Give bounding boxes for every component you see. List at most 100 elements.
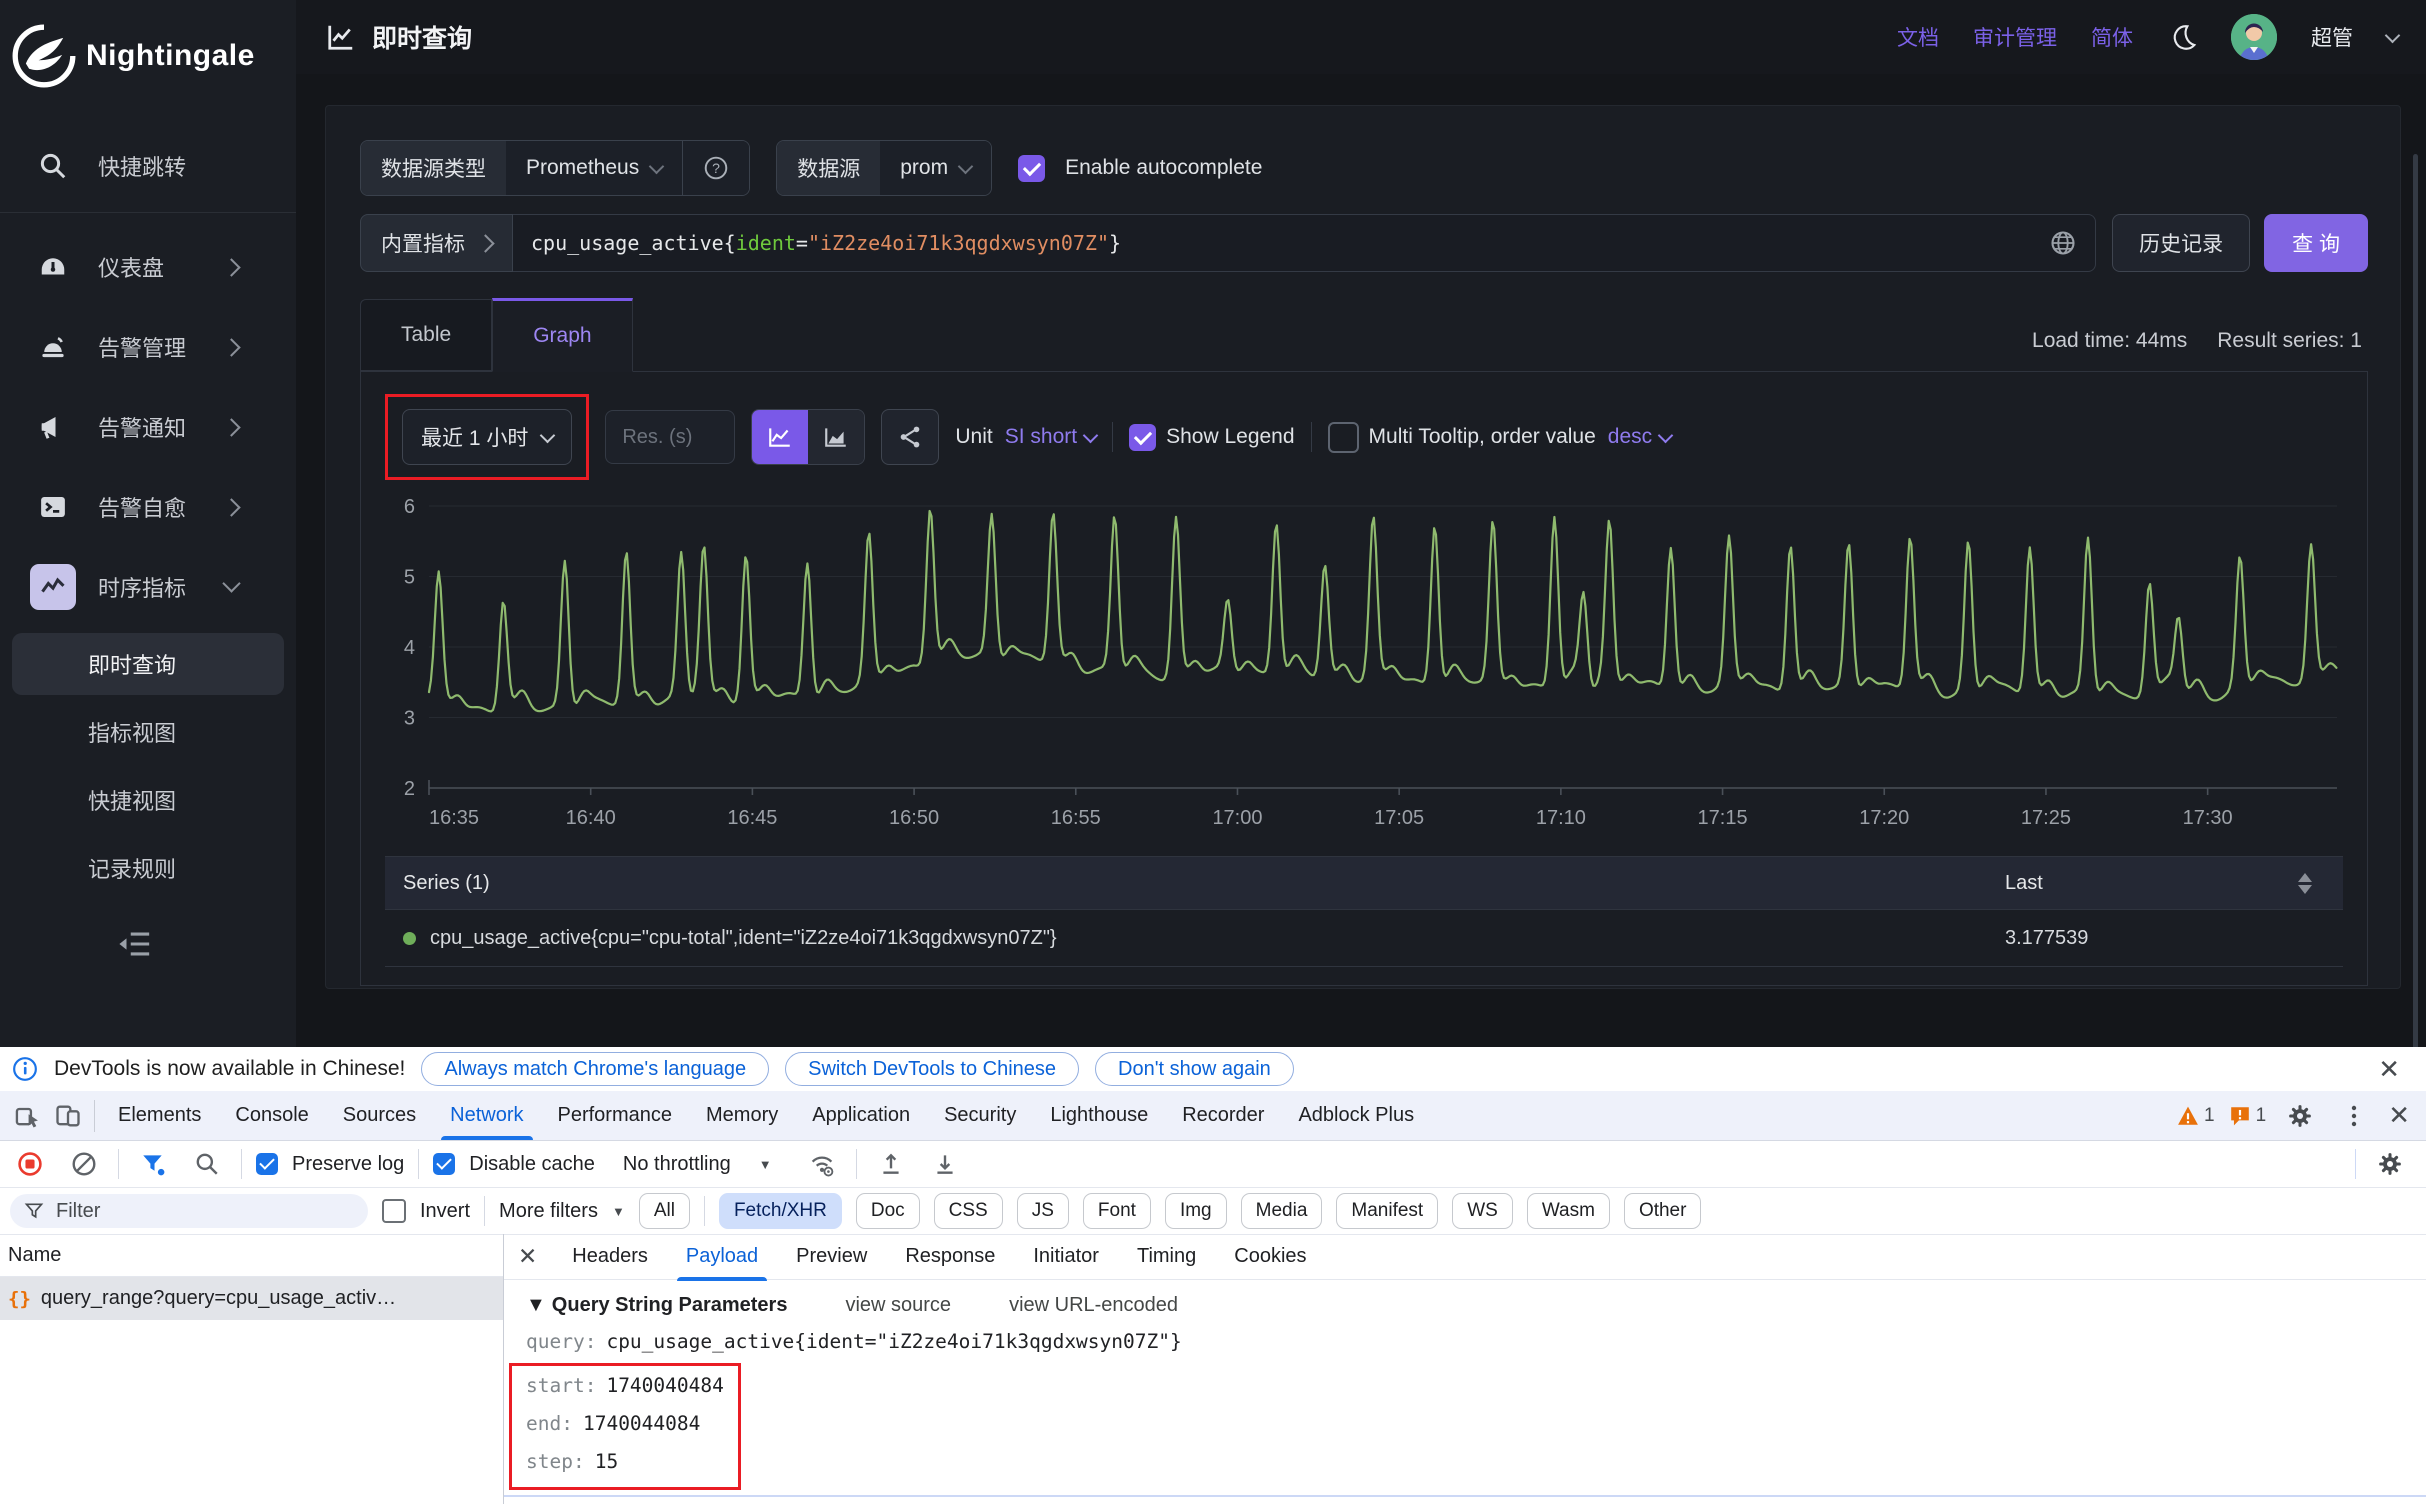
device-toolbar-icon[interactable] [48,1096,88,1136]
promql-input[interactable]: cpu_usage_active{ident="iZ2ze4oi71k3qgdx… [513,214,2096,272]
sidebar-collapse-button[interactable] [118,929,296,959]
history-button[interactable]: 历史记录 [2112,214,2250,272]
chip-other[interactable]: Other [1624,1193,1702,1229]
sidebar-subitem-quick-views[interactable]: 快捷视图 [12,769,284,831]
clear-icon[interactable] [64,1144,104,1184]
tab-lighthouse[interactable]: Lighthouse [1033,1091,1165,1140]
sidebar-item-alert-notification[interactable]: 告警通知 [0,387,296,467]
filter-funnel-icon[interactable] [133,1144,173,1184]
tab-adblock-plus[interactable]: Adblock Plus [1281,1091,1431,1140]
view-source-link[interactable]: view source [845,1294,951,1317]
chip-media[interactable]: Media [1241,1193,1323,1229]
chip-font[interactable]: Font [1083,1193,1151,1229]
name-column-header[interactable]: Name [0,1234,503,1277]
tab-console[interactable]: Console [218,1091,325,1140]
chip-doc[interactable]: Doc [856,1193,920,1229]
time-range-select[interactable]: 最近 1 小时 [402,409,572,465]
chip-js[interactable]: JS [1017,1193,1069,1229]
request-row[interactable]: {} query_range?query=cpu_usage_activ… [0,1277,503,1320]
export-har-icon[interactable] [925,1144,965,1184]
tab-security[interactable]: Security [927,1091,1033,1140]
sidebar-quick-jump[interactable]: 快捷跳转 [0,126,296,206]
warning-icon[interactable]: 1 [2177,1105,2215,1127]
detail-close-icon[interactable]: ✕ [518,1243,537,1270]
chip-manifest[interactable]: Manifest [1336,1193,1438,1229]
devtools-close-icon[interactable]: ✕ [2388,1100,2410,1131]
sidebar-item-alert-management[interactable]: 告警管理 [0,307,296,387]
chip-ws[interactable]: WS [1452,1193,1513,1229]
tab-performance[interactable]: Performance [541,1091,690,1140]
kebab-menu-icon[interactable] [2334,1096,2374,1136]
sidebar-subitem-metric-views[interactable]: 指标视图 [12,701,284,763]
resolution-input[interactable] [605,410,735,464]
tab-response[interactable]: Response [888,1232,1012,1281]
multi-tooltip-checkbox[interactable] [1328,422,1359,453]
switch-chinese-button[interactable]: Switch DevTools to Chinese [785,1052,1079,1086]
network-settings-gear-icon[interactable] [2370,1144,2410,1184]
inspect-icon[interactable] [8,1096,48,1136]
tab-network[interactable]: Network [433,1091,540,1140]
qsp-section-header[interactable]: ▼Query String Parameters [526,1294,787,1317]
tab-headers[interactable]: Headers [555,1232,665,1281]
more-filters-select[interactable]: More filters [499,1200,598,1223]
dont-show-again-button[interactable]: Don't show again [1095,1052,1294,1086]
chip-css[interactable]: CSS [934,1193,1003,1229]
issues-icon[interactable]: 1 [2229,1105,2267,1127]
match-language-button[interactable]: Always match Chrome's language [421,1052,769,1086]
disable-cache-checkbox[interactable] [433,1153,455,1175]
import-har-icon[interactable] [871,1144,911,1184]
unit-select[interactable]: SI short [1005,425,1096,449]
last-column-header[interactable]: Last [2005,872,2285,895]
more-filters-caret-icon[interactable]: ▼ [612,1204,625,1219]
tab-elements[interactable]: Elements [101,1091,218,1140]
view-url-encoded-link[interactable]: view URL-encoded [1009,1294,1178,1317]
chip-img[interactable]: Img [1165,1193,1227,1229]
moon-icon[interactable] [2167,22,2197,52]
chip-fetch-xhr[interactable]: Fetch/XHR [719,1193,842,1229]
audit-link[interactable]: 审计管理 [1973,22,2057,52]
tab-cookies[interactable]: Cookies [1217,1232,1323,1281]
scrollbar[interactable] [2413,154,2418,1104]
docs-link[interactable]: 文档 [1897,22,1939,52]
throttling-caret-icon[interactable]: ▼ [759,1157,772,1172]
language-link[interactable]: 简体 [2091,22,2133,52]
sidebar-item-timeseries-metrics[interactable]: 时序指标 [0,547,296,627]
share-button[interactable] [881,409,939,465]
timeseries-chart[interactable]: 2345616:3516:4016:4516:5016:5517:0017:05… [385,490,2349,842]
record-icon[interactable] [10,1144,50,1184]
show-legend-checkbox[interactable] [1129,424,1156,451]
chevron-down-icon[interactable] [2385,27,2401,43]
tab-graph[interactable]: Graph [492,298,632,372]
datasource-select[interactable]: prom [880,141,991,195]
tab-payload[interactable]: Payload [669,1232,775,1281]
tab-table[interactable]: Table [360,299,492,371]
tab-application[interactable]: Application [795,1091,927,1140]
tab-preview[interactable]: Preview [779,1232,884,1281]
throttling-select[interactable]: No throttling [623,1153,731,1176]
avatar[interactable] [2231,14,2277,60]
area-chart-toggle[interactable] [808,410,864,464]
tab-initiator[interactable]: Initiator [1016,1232,1116,1281]
sort-icon[interactable] [2285,873,2325,894]
datasource-type-select[interactable]: Prometheus [506,141,682,195]
tab-memory[interactable]: Memory [689,1091,795,1140]
search-icon[interactable] [187,1144,227,1184]
filter-input[interactable] [54,1199,308,1224]
chip-all[interactable]: All [639,1193,690,1229]
sidebar-subitem-instant-query[interactable]: 即时查询 [12,633,284,695]
settings-gear-icon[interactable] [2280,1096,2320,1136]
series-row[interactable]: cpu_usage_active{cpu="cpu-total",ident="… [385,910,2343,967]
tab-timing[interactable]: Timing [1120,1232,1213,1281]
help-icon[interactable]: ? [682,141,749,195]
sidebar-subitem-recording-rules[interactable]: 记录规则 [12,837,284,899]
tab-sources[interactable]: Sources [326,1091,433,1140]
autocomplete-checkbox[interactable] [1018,155,1045,182]
globe-icon[interactable] [2049,229,2077,257]
banner-close-icon[interactable]: ✕ [2378,1054,2400,1085]
network-conditions-icon[interactable] [802,1144,842,1184]
user-label[interactable]: 超管 [2311,22,2353,52]
builtin-metrics-button[interactable]: 内置指标 [360,214,513,272]
invert-checkbox[interactable] [382,1199,406,1223]
query-button[interactable]: 查 询 [2264,214,2368,272]
tab-recorder[interactable]: Recorder [1165,1091,1281,1140]
